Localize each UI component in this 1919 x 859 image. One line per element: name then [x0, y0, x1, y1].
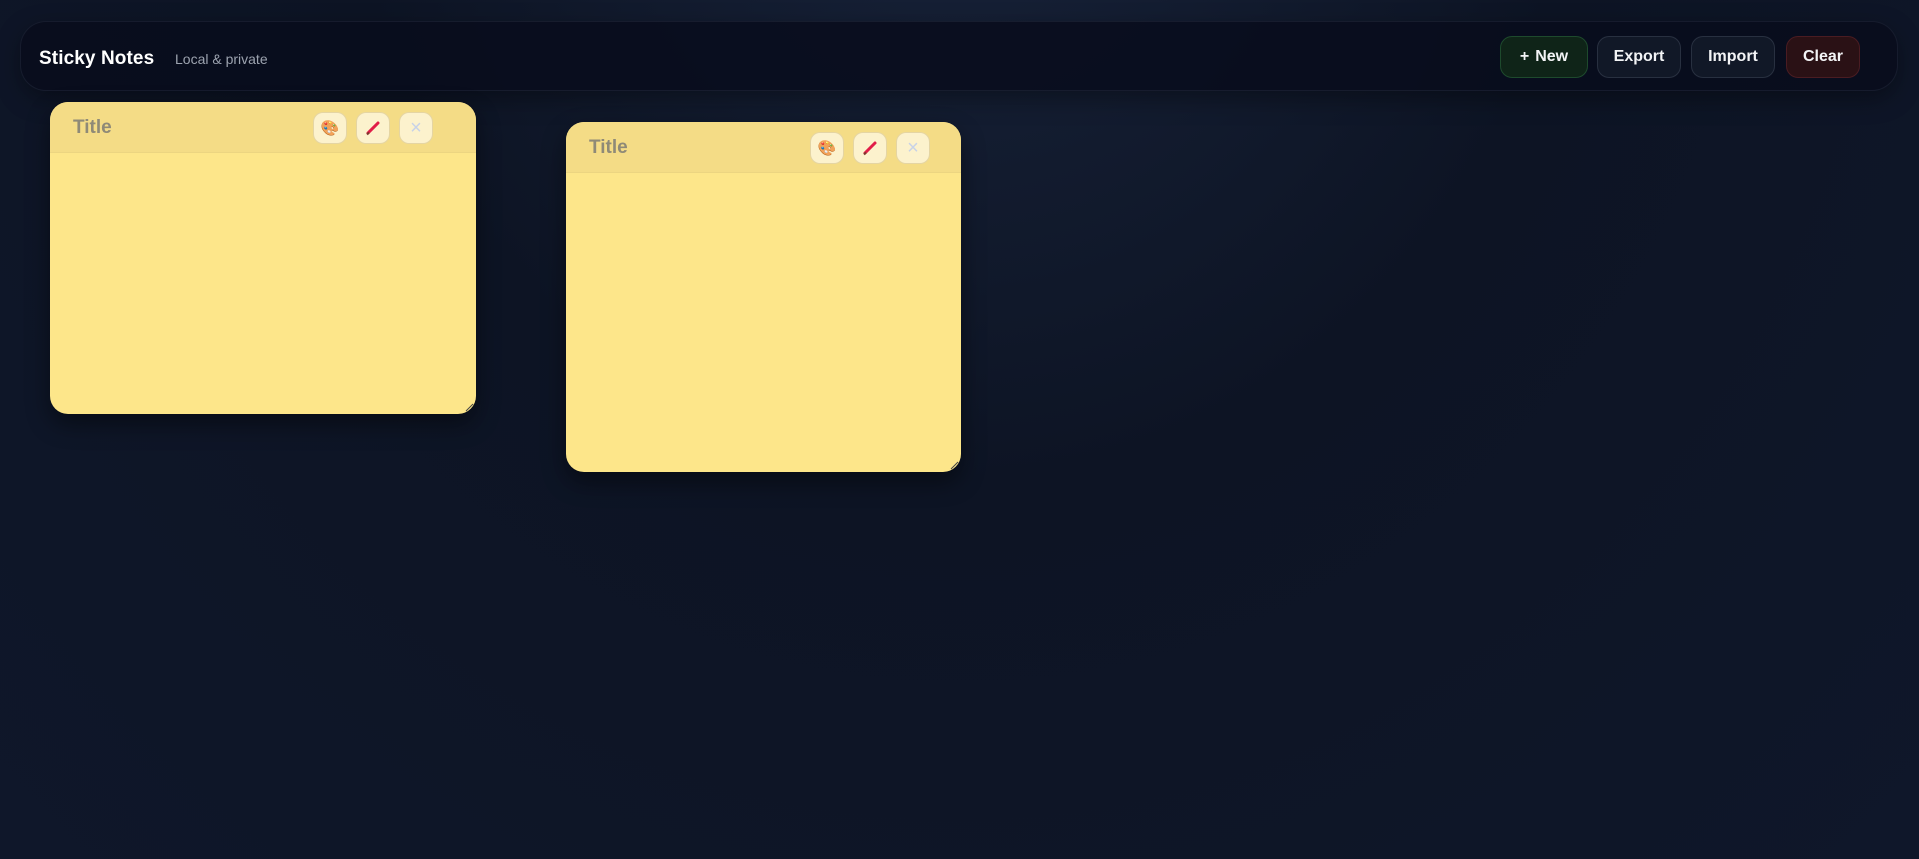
sticky-note[interactable]: Title 🎨 × [50, 102, 476, 414]
resize-handle-icon[interactable] [949, 460, 959, 470]
edit-button[interactable] [356, 112, 390, 144]
note-title-input[interactable]: Title [589, 137, 628, 159]
export-button[interactable]: Export [1597, 36, 1681, 78]
palette-icon: 🎨 [817, 140, 837, 157]
palette-icon: 🎨 [320, 120, 340, 137]
note-header[interactable]: Title 🎨 × [566, 122, 961, 173]
top-toolbar: Sticky Notes Local & private + New Expor… [20, 21, 1898, 91]
new-note-button[interactable]: + New [1500, 36, 1588, 78]
pencil-icon [365, 120, 381, 136]
close-icon: × [410, 117, 422, 139]
app-subtitle: Local & private [175, 51, 268, 67]
edit-button[interactable] [853, 132, 887, 164]
color-button[interactable]: 🎨 [313, 112, 347, 144]
delete-note-button[interactable]: × [399, 112, 433, 144]
resize-handle-icon[interactable] [464, 402, 474, 412]
clear-button[interactable]: Clear [1786, 36, 1860, 78]
plus-icon: + [1519, 48, 1530, 65]
delete-note-button[interactable]: × [896, 132, 930, 164]
sticky-note[interactable]: Title 🎨 × [566, 122, 961, 472]
color-button[interactable]: 🎨 [810, 132, 844, 164]
import-button[interactable]: Import [1691, 36, 1775, 78]
note-header[interactable]: Title 🎨 × [50, 102, 476, 153]
note-title-input[interactable]: Title [73, 117, 112, 139]
pencil-icon [862, 140, 878, 156]
new-note-label: New [1535, 48, 1569, 65]
app-title: Sticky Notes [39, 48, 155, 69]
close-icon: × [907, 137, 919, 159]
